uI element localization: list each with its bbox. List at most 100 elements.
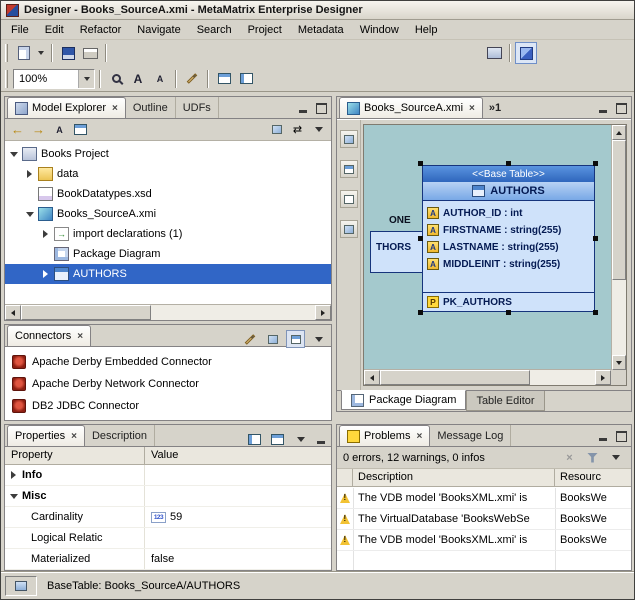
tab-model-explorer[interactable]: Model Explorer xyxy=(7,97,126,118)
new-wizard-button[interactable] xyxy=(13,42,35,64)
sort-button[interactable] xyxy=(50,121,69,139)
property-row-info[interactable]: Info xyxy=(5,465,331,486)
column-header-property[interactable]: Property xyxy=(5,447,145,464)
maximize-button[interactable] xyxy=(614,102,628,114)
tree-item-import-declarations[interactable]: import declarations (1) xyxy=(5,224,331,244)
scroll-up-button[interactable] xyxy=(612,125,626,140)
show-categories-button[interactable] xyxy=(245,430,264,448)
twistie-collapsed-icon[interactable] xyxy=(9,471,18,479)
scroll-down-button[interactable] xyxy=(612,355,626,370)
scroll-left-button[interactable] xyxy=(5,305,21,320)
twistie-collapsed-icon[interactable] xyxy=(41,230,50,238)
properties-menu-button[interactable] xyxy=(291,430,310,448)
tab-package-diagram[interactable]: Package Diagram xyxy=(341,390,466,410)
filter-button[interactable] xyxy=(583,449,602,467)
selection-handle[interactable] xyxy=(506,310,511,315)
font-increase-button[interactable] xyxy=(127,68,149,90)
minimize-button[interactable] xyxy=(296,102,310,114)
open-perspective-button[interactable] xyxy=(483,42,505,64)
tree-item-data[interactable]: data xyxy=(5,164,331,184)
property-row-logical-relational[interactable]: Logical Relatic xyxy=(5,528,331,549)
selection-handle[interactable] xyxy=(418,310,423,315)
connectors-menu-button[interactable] xyxy=(309,330,328,348)
close-icon[interactable] xyxy=(416,431,422,442)
zoom-dropdown-button[interactable] xyxy=(78,70,94,88)
show-advanced-button[interactable] xyxy=(268,430,287,448)
tree-item-bookdatatypes[interactable]: BookDatatypes.xsd xyxy=(5,184,331,204)
column-header-resource[interactable]: Resourc xyxy=(555,469,631,486)
primary-key-row[interactable]: PK_AUTHORS xyxy=(423,293,594,311)
tree-item-package-diagram[interactable]: Package Diagram xyxy=(5,244,331,264)
tab-connectors[interactable]: Connectors xyxy=(7,325,91,346)
tree-item-books-sourcea[interactable]: Books_SourceA.xmi xyxy=(5,204,331,224)
tab-description[interactable]: Description xyxy=(85,425,155,446)
scrollbar-thumb[interactable] xyxy=(21,305,151,320)
twistie-collapsed-icon[interactable] xyxy=(25,170,34,178)
selection-handle[interactable] xyxy=(593,236,598,241)
sync-button[interactable]: ⇄ xyxy=(288,121,307,139)
horizontal-scrollbar[interactable] xyxy=(5,304,331,320)
title-bar[interactable]: Designer - Books_SourceA.xmi - MetaMatri… xyxy=(1,1,634,20)
attribute-row[interactable]: MIDDLEINIT : string(255) xyxy=(427,256,594,272)
print-button[interactable] xyxy=(79,42,101,64)
scrollbar-thumb[interactable] xyxy=(380,370,530,385)
designer-perspective-button[interactable] xyxy=(515,42,537,64)
property-row-materialized[interactable]: Materialized false xyxy=(5,549,331,570)
tab-table-editor[interactable]: Table Editor xyxy=(466,391,544,411)
close-icon[interactable] xyxy=(71,431,77,442)
selection-handle[interactable] xyxy=(418,161,423,166)
scrollbar-track[interactable] xyxy=(530,370,595,385)
view-menu-button[interactable] xyxy=(309,121,328,139)
close-icon[interactable] xyxy=(469,103,475,114)
import-connector-button[interactable] xyxy=(263,330,282,348)
attribute-row[interactable]: LASTNAME : string(255) xyxy=(427,239,594,255)
column-header-severity[interactable] xyxy=(337,469,353,486)
new-connector-button[interactable] xyxy=(240,330,259,348)
preview-diagram-button[interactable] xyxy=(340,130,358,148)
minimize-button[interactable] xyxy=(314,433,328,445)
minimize-button[interactable] xyxy=(596,102,610,114)
back-button[interactable]: ← xyxy=(8,121,27,139)
toolbar-drag-handle[interactable] xyxy=(5,44,8,62)
font-decrease-button[interactable] xyxy=(149,68,171,90)
column-header-description[interactable]: Description xyxy=(353,469,555,486)
save-button[interactable] xyxy=(57,42,79,64)
list-item-connector[interactable]: Apache Derby Embedded Connector xyxy=(5,351,331,373)
tree-item-authors[interactable]: AUTHORS xyxy=(5,264,331,284)
twistie-expanded-icon[interactable] xyxy=(25,212,34,217)
menu-item-navigate[interactable]: Navigate xyxy=(129,21,188,39)
scrollbar-track[interactable] xyxy=(151,305,315,320)
close-icon[interactable] xyxy=(77,331,83,342)
menu-item-refactor[interactable]: Refactor xyxy=(72,21,130,39)
forward-button[interactable]: → xyxy=(29,121,48,139)
page-setup-button[interactable] xyxy=(340,190,358,208)
property-row-misc[interactable]: Misc xyxy=(5,486,331,507)
menu-item-metadata[interactable]: Metadata xyxy=(290,21,352,39)
selection-handle[interactable] xyxy=(506,161,511,166)
menu-item-window[interactable]: Window xyxy=(352,21,407,39)
zoom-tool-button[interactable] xyxy=(105,68,127,90)
scrollbar-thumb[interactable] xyxy=(612,140,626,280)
horizontal-scrollbar[interactable] xyxy=(364,369,611,385)
close-icon[interactable] xyxy=(112,103,118,114)
minimize-button[interactable] xyxy=(596,430,610,442)
delete-marker-button[interactable] xyxy=(560,449,579,467)
scroll-right-button[interactable] xyxy=(595,370,611,385)
list-item-connector[interactable]: Apache Derby Network Connector xyxy=(5,373,331,395)
show-all-connectors-button[interactable] xyxy=(286,330,305,348)
problem-row[interactable]: The VirtualDatabase 'BooksWebSe BooksWe xyxy=(337,509,631,530)
tab-outline[interactable]: Outline xyxy=(126,97,176,118)
collapse-all-button[interactable] xyxy=(71,121,90,139)
twistie-expanded-icon[interactable] xyxy=(9,494,18,499)
edit-button[interactable] xyxy=(181,68,203,90)
table-view-button[interactable] xyxy=(213,68,235,90)
zoom-level-combo[interactable]: 100% xyxy=(13,69,95,89)
column-header-value[interactable]: Value xyxy=(145,447,184,464)
property-row-cardinality[interactable]: Cardinality 59 xyxy=(5,507,331,528)
problems-menu-button[interactable] xyxy=(606,449,625,467)
hidden-tabs-chevron[interactable]: »1 xyxy=(483,97,507,118)
diagram-canvas[interactable]: ONE THORS <<Base Table>> xyxy=(363,124,627,386)
fast-view-button[interactable] xyxy=(5,576,37,596)
diagram-canvas-area[interactable]: ONE THORS <<Base Table>> xyxy=(364,125,611,370)
link-editor-button[interactable] xyxy=(267,121,286,139)
